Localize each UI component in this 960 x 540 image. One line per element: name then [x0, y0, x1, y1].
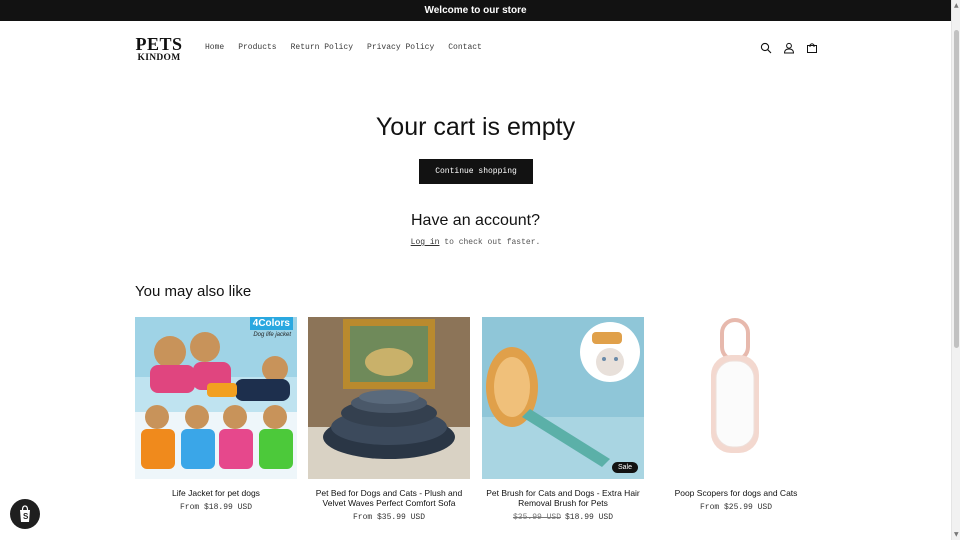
product-card[interactable]: Pet Bed for Dogs and Cats - Plush and Ve… — [308, 317, 470, 522]
price-prefix: From — [699, 503, 724, 512]
search-icon[interactable] — [758, 40, 774, 56]
colors-badge: 4Colors — [249, 317, 293, 330]
logo-line-2: KINDOM — [137, 53, 181, 63]
login-prompt-text: to check out faster. — [439, 238, 541, 247]
nav-return-policy[interactable]: Return Policy — [291, 43, 353, 52]
login-link[interactable]: Log in — [411, 238, 440, 247]
scroll-thumb[interactable] — [954, 30, 959, 348]
product-price: From $35.99 USD — [308, 513, 470, 522]
recommendations-title: You may also like — [135, 283, 252, 300]
product-image-poop-scooper[interactable] — [655, 317, 817, 479]
sale-badge: Sale — [611, 462, 638, 473]
price-value: $18.99 USD — [565, 513, 614, 522]
scroll-up-icon[interactable]: ▲ — [954, 2, 959, 9]
price-value: $35.99 USD — [377, 513, 426, 522]
product-name[interactable]: Life Jacket for pet dogs — [135, 488, 297, 498]
price-value: $25.99 USD — [724, 503, 773, 512]
product-card[interactable]: Poop Scopers for dogs and Cats From $25.… — [655, 317, 817, 512]
product-card[interactable]: Sale Pet Brush for Cats and Dogs - Extra… — [482, 317, 644, 522]
announcement-bar: Welcome to our store — [0, 0, 951, 21]
price-value: $18.99 USD — [204, 503, 253, 512]
nav-privacy-policy[interactable]: Privacy Policy — [367, 43, 434, 52]
main-nav: Home Products Return Policy Privacy Poli… — [205, 43, 482, 52]
product-name[interactable]: Pet Bed for Dogs and Cats - Plush and Ve… — [308, 488, 470, 508]
continue-shopping-button[interactable]: Continue shopping — [419, 159, 533, 184]
announcement-text: Welcome to our store — [424, 5, 527, 16]
product-price: $35.99 USD $18.99 USD — [482, 513, 644, 522]
scrollbar[interactable]: ▲ ▼ — [951, 0, 960, 540]
account-title: Have an account? — [411, 212, 540, 229]
product-card[interactable]: 4Colors Dog life jacket Life Jacket for … — [135, 317, 297, 512]
svg-text:S: S — [23, 512, 29, 521]
logo-line-1: PETS — [135, 34, 183, 54]
site-header: PETS KINDOM Home Products Return Policy … — [0, 21, 951, 75]
shopify-bag-icon[interactable]: S — [10, 499, 40, 529]
nav-home[interactable]: Home — [205, 43, 224, 52]
colors-badge-subtitle: Dog life jacket — [253, 332, 291, 338]
price-prefix: From — [352, 513, 377, 522]
product-image-life-jacket[interactable]: 4Colors Dog life jacket — [135, 317, 297, 479]
product-price: From $18.99 USD — [135, 503, 297, 512]
login-prompt: Log in to check out faster. — [0, 238, 951, 247]
account-icon[interactable] — [781, 40, 797, 56]
product-image-pet-bed[interactable] — [308, 317, 470, 479]
price-prefix: From — [179, 503, 204, 512]
product-name[interactable]: Poop Scopers for dogs and Cats — [655, 488, 817, 498]
nav-contact[interactable]: Contact — [448, 43, 482, 52]
product-price: From $25.99 USD — [655, 503, 817, 512]
cart-empty-title: Your cart is empty — [375, 113, 576, 141]
scroll-down-icon[interactable]: ▼ — [954, 531, 959, 538]
cart-icon[interactable] — [804, 40, 820, 56]
old-price: $35.99 USD — [512, 513, 561, 522]
nav-products[interactable]: Products — [238, 43, 276, 52]
product-name[interactable]: Pet Brush for Cats and Dogs - Extra Hair… — [482, 488, 644, 508]
product-image-pet-brush[interactable]: Sale — [482, 317, 644, 479]
store-logo[interactable]: PETS KINDOM — [135, 35, 183, 64]
